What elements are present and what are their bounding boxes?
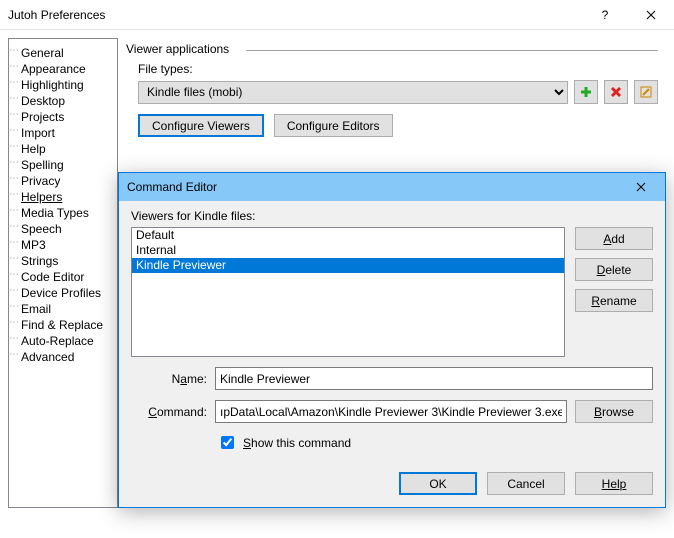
category-tree[interactable]: General Appearance Highlighting Desktop … xyxy=(8,38,118,508)
tree-item[interactable]: General xyxy=(19,45,117,61)
cancel-button[interactable]: Cancel xyxy=(487,472,565,495)
list-item[interactable]: Kindle Previewer xyxy=(132,258,564,273)
viewers-list-label: Viewers for Kindle files: xyxy=(131,209,653,223)
command-input[interactable] xyxy=(215,400,567,423)
tree-item[interactable]: Auto-Replace xyxy=(19,333,117,349)
filetype-select[interactable]: Kindle files (mobi) xyxy=(138,81,568,104)
dialog-title: Command Editor xyxy=(127,180,621,194)
add-icon[interactable] xyxy=(574,80,598,104)
viewers-listbox[interactable]: Default Internal Kindle Previewer xyxy=(131,227,565,357)
tree-item[interactable]: Strings xyxy=(19,253,117,269)
tree-item[interactable]: Speech xyxy=(19,221,117,237)
tree-item[interactable]: Advanced xyxy=(19,349,117,365)
titlebar: Jutoh Preferences ? xyxy=(0,0,674,30)
name-label: Name: xyxy=(131,372,207,386)
command-label: Command: xyxy=(131,405,207,419)
dialog-titlebar: Command Editor xyxy=(119,173,665,201)
add-button[interactable]: Add xyxy=(575,227,653,250)
delete-button[interactable]: Delete xyxy=(575,258,653,281)
show-command-checkbox[interactable] xyxy=(221,436,234,449)
tree-item[interactable]: Projects xyxy=(19,109,117,125)
show-command-label: Show this command xyxy=(243,436,351,450)
ok-button[interactable]: OK xyxy=(399,472,477,495)
tree-item[interactable]: Import xyxy=(19,125,117,141)
browse-button[interactable]: Browse xyxy=(575,400,653,423)
window-title: Jutoh Preferences xyxy=(8,8,582,22)
command-editor-dialog: Command Editor Viewers for Kindle files:… xyxy=(118,172,666,508)
tree-item[interactable]: Privacy xyxy=(19,173,117,189)
tree-item[interactable]: Media Types xyxy=(19,205,117,221)
configure-editors-button[interactable]: Configure Editors xyxy=(274,114,393,137)
configure-viewers-button[interactable]: Configure Viewers xyxy=(138,114,264,137)
dialog-close-icon[interactable] xyxy=(621,175,661,199)
tree-item-helpers[interactable]: Helpers xyxy=(19,189,117,205)
list-item[interactable]: Internal xyxy=(132,243,564,258)
tree-item[interactable]: Spelling xyxy=(19,157,117,173)
tree-item[interactable]: Find & Replace xyxy=(19,317,117,333)
tree-item[interactable]: MP3 xyxy=(19,237,117,253)
tree-item[interactable]: Code Editor xyxy=(19,269,117,285)
filetypes-label: File types: xyxy=(138,62,658,76)
tree-item[interactable]: Highlighting xyxy=(19,77,117,93)
tree-item[interactable]: Help xyxy=(19,141,117,157)
edit-icon[interactable] xyxy=(634,80,658,104)
rename-button[interactable]: Rename xyxy=(575,289,653,312)
tree-item[interactable]: Device Profiles xyxy=(19,285,117,301)
help-icon[interactable]: ? xyxy=(582,0,628,30)
tree-item[interactable]: Email xyxy=(19,301,117,317)
list-item[interactable]: Default xyxy=(132,228,564,243)
close-icon[interactable] xyxy=(628,0,674,30)
tree-item[interactable]: Appearance xyxy=(19,61,117,77)
delete-icon[interactable] xyxy=(604,80,628,104)
help-button[interactable]: Help xyxy=(575,472,653,495)
name-input[interactable] xyxy=(215,367,653,390)
section-title: Viewer applications xyxy=(126,42,658,56)
tree-item[interactable]: Desktop xyxy=(19,93,117,109)
